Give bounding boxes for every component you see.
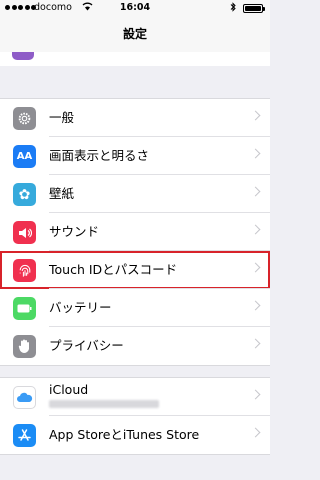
chevron-right-icon: [250, 300, 261, 311]
row-label: プライバシー: [49, 338, 124, 353]
settings-row-app-store[interactable]: App StoreとiTunes Store: [0, 416, 270, 454]
icon-glyph: AA: [16, 151, 33, 162]
settings-row-icloud[interactable]: iCloud: [0, 378, 270, 416]
settings-group-main: 一般 AA 画面表示と明るさ ✿ 壁紙 サウンド Touch IDとパスコード …: [0, 98, 270, 366]
app-icon: [12, 52, 34, 60]
row-label: Touch IDとパスコード: [49, 262, 178, 277]
chevron-right-icon: [250, 389, 261, 400]
chevron-right-icon: [250, 427, 261, 438]
page-title: 設定: [0, 16, 270, 52]
redacted-account-email: [49, 400, 159, 408]
settings-row-sounds[interactable]: サウンド: [0, 213, 270, 251]
settings-row-battery[interactable]: バッテリー: [0, 289, 270, 327]
app-store-icon: [13, 424, 36, 447]
text-size-icon: AA: [13, 145, 36, 168]
settings-row-touch-id[interactable]: Touch IDとパスコード: [0, 251, 270, 289]
bluetooth-icon: [230, 2, 236, 15]
row-label: 画面表示と明るさ: [49, 148, 150, 163]
bottom-background: [0, 470, 270, 480]
chevron-right-icon: [250, 338, 261, 349]
speaker-icon: [13, 221, 36, 244]
battery-icon: [243, 4, 265, 13]
cloud-icon: [13, 386, 36, 409]
settings-row-display[interactable]: AA 画面表示と明るさ: [0, 137, 270, 175]
settings-group-accounts: iCloud App StoreとiTunes Store: [0, 377, 270, 455]
fingerprint-icon: [13, 259, 36, 282]
row-label: App StoreとiTunes Store: [49, 427, 200, 442]
row-label: サウンド: [49, 224, 100, 239]
gear-icon: [13, 107, 36, 130]
chevron-right-icon: [250, 186, 261, 197]
settings-row-privacy[interactable]: プライバシー: [0, 327, 270, 365]
row-label: 一般: [49, 110, 75, 125]
settings-row-wallpaper[interactable]: ✿ 壁紙: [0, 175, 270, 213]
flower-icon: ✿: [13, 183, 36, 206]
partially-scrolled-row: [0, 52, 270, 66]
chevron-right-icon: [250, 262, 261, 273]
hand-icon: [13, 335, 36, 358]
chevron-right-icon: [250, 224, 261, 235]
chevron-right-icon: [250, 110, 261, 121]
icon-glyph: ✿: [18, 186, 31, 203]
battery-icon: [13, 297, 36, 320]
status-bar: docomo 16:04: [0, 0, 270, 16]
row-label: バッテリー: [49, 300, 112, 315]
settings-row-general[interactable]: 一般: [0, 99, 270, 137]
row-label: 壁紙: [49, 186, 75, 201]
chevron-right-icon: [250, 148, 261, 159]
